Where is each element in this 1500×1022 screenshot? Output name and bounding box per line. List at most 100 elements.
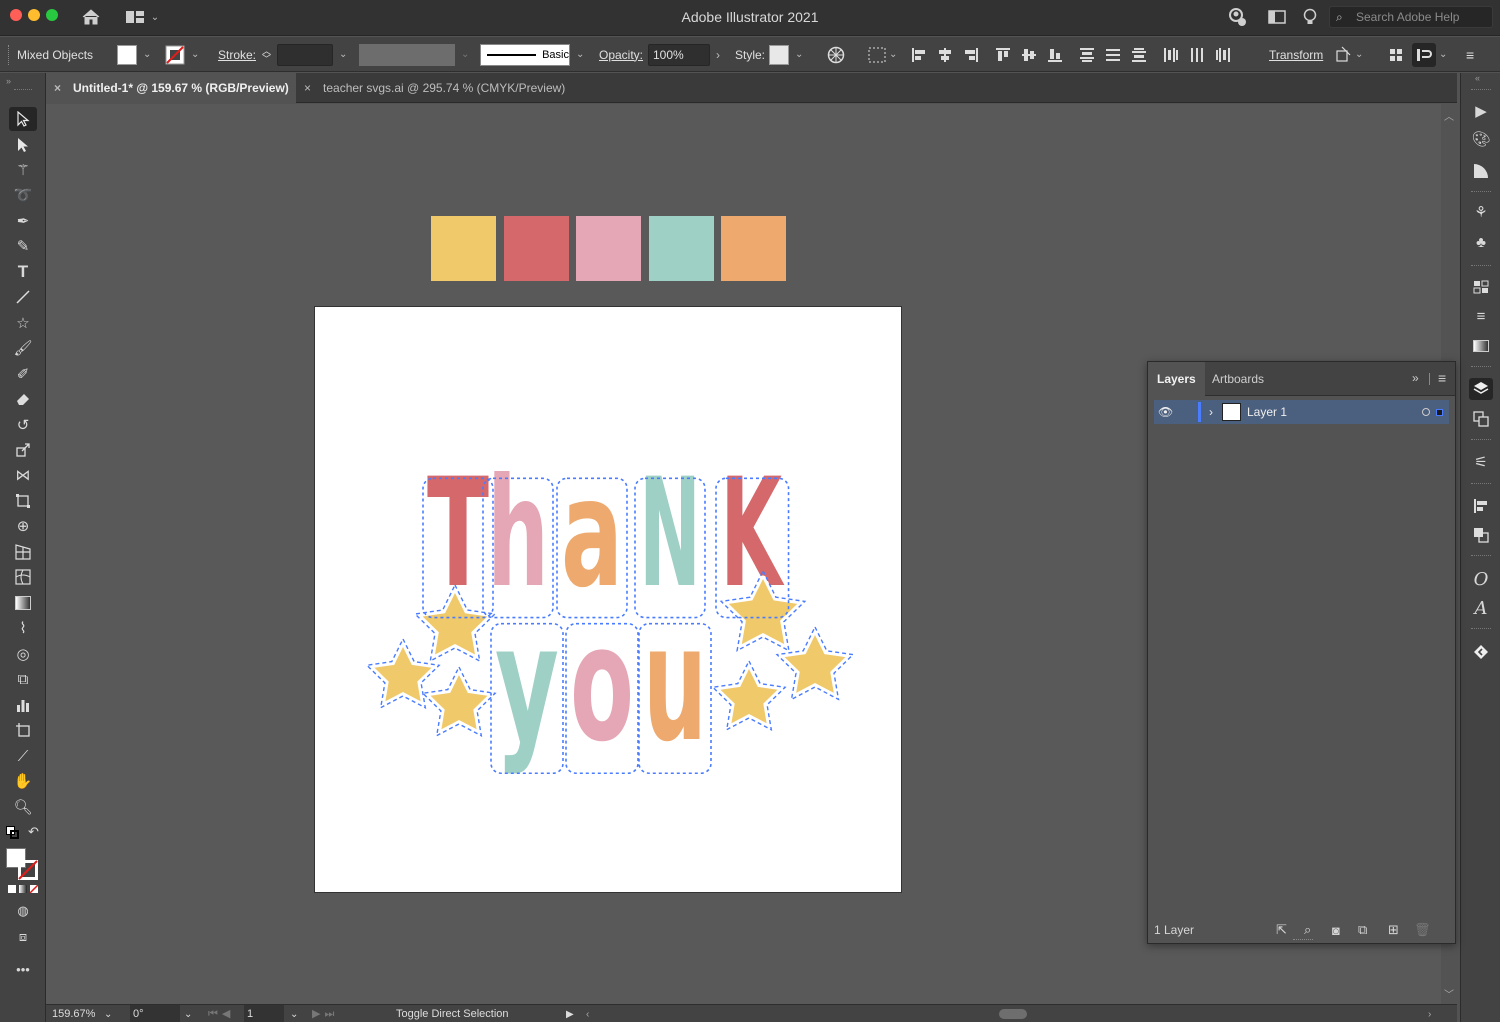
swatch-red[interactable] xyxy=(504,216,569,281)
paintbrush-tool[interactable]: 🖌 xyxy=(9,336,37,360)
chevron-down-icon[interactable]: ⌄ xyxy=(184,1005,192,1022)
direct-selection-tool[interactable] xyxy=(9,133,37,157)
variable-width-profile-dropdown[interactable]: ⌄ xyxy=(359,37,469,72)
swatch-teal[interactable] xyxy=(649,216,714,281)
hand-tool[interactable]: ✋ xyxy=(9,769,37,793)
close-window-button[interactable] xyxy=(10,9,22,21)
chevron-right-icon[interactable]: › xyxy=(1209,405,1213,419)
rotation-input[interactable]: 0° xyxy=(130,1005,180,1022)
distribute-vertical-center-icon[interactable] xyxy=(1105,47,1121,63)
swatches-grid-icon[interactable] xyxy=(1469,276,1493,298)
close-tab-icon[interactable]: × xyxy=(304,81,311,95)
horizontal-scrollbar[interactable]: ‹ › xyxy=(586,1005,1436,1022)
tab-artboards[interactable]: Artboards xyxy=(1203,362,1273,396)
target-circle-icon[interactable] xyxy=(1422,408,1430,416)
recolor-artwork-icon[interactable] xyxy=(827,37,845,72)
scroll-right-icon[interactable]: › xyxy=(1428,1009,1431,1020)
fill-stroke-indicator[interactable] xyxy=(6,848,40,882)
draw-mode-button[interactable]: ◍ xyxy=(9,899,37,923)
align-top-icon[interactable] xyxy=(995,47,1011,63)
mesh-tool[interactable] xyxy=(9,565,37,589)
dock-grip[interactable] xyxy=(1471,89,1491,91)
rotation-value[interactable]: 0° xyxy=(133,1008,144,1020)
zoom-tool[interactable]: 🔍︎ xyxy=(9,795,37,819)
layer-name[interactable]: Layer 1 xyxy=(1247,405,1287,419)
tab-layers[interactable]: Layers xyxy=(1148,362,1205,396)
align-horizontal-center-icon[interactable] xyxy=(937,47,953,63)
gradient-panel-icon[interactable] xyxy=(1469,335,1493,357)
artboard-1[interactable]: T h a N K y o u xyxy=(314,306,902,893)
align-panel-icon[interactable] xyxy=(1469,495,1493,517)
workspace-switcher-button[interactable]: ⌄ xyxy=(122,6,162,28)
zoom-window-button[interactable] xyxy=(46,9,58,21)
edit-toolbar-button[interactable]: ••• xyxy=(9,957,37,981)
column-graph-tool[interactable] xyxy=(9,693,37,717)
delete-layer-icon[interactable]: 🗑︎ xyxy=(1414,922,1431,938)
distribute-horizontal-center-icon[interactable] xyxy=(1189,47,1205,63)
artboards-panel-icon[interactable] xyxy=(1469,408,1493,430)
eraser-tool[interactable] xyxy=(9,387,37,411)
eye-visibility-icon[interactable]: 👁︎ xyxy=(1158,405,1176,419)
perspective-grid-tool[interactable] xyxy=(9,540,37,564)
control-bar-grip[interactable] xyxy=(8,45,10,65)
align-right-icon[interactable] xyxy=(963,47,979,63)
gradient-tool[interactable] xyxy=(9,591,37,615)
locate-object-icon[interactable]: ⌕ xyxy=(1304,922,1311,938)
default-fill-stroke-icon[interactable] xyxy=(6,826,20,840)
collapse-panel-icon[interactable]: » xyxy=(1412,371,1419,385)
chevron-down-icon[interactable]: ⌄ xyxy=(104,1005,112,1022)
free-transform-tool[interactable] xyxy=(9,489,37,513)
eyedropper-tool[interactable]: ⌇ xyxy=(9,616,37,640)
selection-tool[interactable] xyxy=(9,107,37,131)
layers-panel-icon[interactable] xyxy=(1469,378,1493,400)
opacity-input[interactable]: 100% › xyxy=(648,37,720,72)
star-shape[interactable] xyxy=(781,631,849,697)
libraries-icon[interactable] xyxy=(1469,641,1493,663)
line-segment-tool[interactable] xyxy=(9,285,37,309)
panel-grip[interactable] xyxy=(14,89,32,90)
horizontal-scroll-thumb[interactable] xyxy=(999,1009,1027,1019)
isolate-group-icon[interactable] xyxy=(1389,37,1403,72)
scroll-left-icon[interactable]: ‹ xyxy=(586,1009,589,1020)
screen-mode-button[interactable]: ⧈ xyxy=(9,925,37,949)
distribute-right-icon[interactable] xyxy=(1215,47,1231,63)
pen-tool[interactable]: ✒ xyxy=(9,209,37,233)
stroke-weight-stepper[interactable]: ︿ ﹀ ⌄ xyxy=(262,37,347,72)
brush-definition-dropdown[interactable]: Basic ⌄ xyxy=(480,37,584,72)
blend-tool[interactable]: ◎ xyxy=(9,642,37,666)
blob-brush-tool[interactable]: ✐ xyxy=(9,362,37,386)
panel-menu-icon[interactable]: ≡ xyxy=(1438,370,1446,386)
dock-collapse-icon[interactable]: « xyxy=(1475,73,1480,83)
stroke-swatch-none-icon[interactable] xyxy=(18,860,38,880)
status-menu-arrow-icon[interactable]: ▶ xyxy=(566,1005,574,1022)
glyphs-panel-icon[interactable]: A xyxy=(1469,597,1493,619)
thank-you-artwork[interactable]: T h a N K y o u xyxy=(315,307,903,894)
magic-wand-tool[interactable]: ⚚ xyxy=(9,158,37,182)
swap-fill-stroke-icon[interactable]: ↶ xyxy=(28,824,39,840)
chevron-right-icon[interactable]: › xyxy=(716,48,720,62)
stroke-color-button[interactable]: ⌄ xyxy=(165,37,199,72)
zoom-level[interactable]: 159.67% xyxy=(52,1008,95,1020)
type-tool[interactable]: T xyxy=(9,260,37,284)
lightbulb-icon[interactable] xyxy=(1300,6,1320,28)
new-layer-icon[interactable]: ⊞ xyxy=(1388,922,1399,938)
width-tool[interactable]: ⋈ xyxy=(9,463,37,487)
search-help-input[interactable]: ⌕ Search Adobe Help xyxy=(1329,6,1493,28)
align-left-icon[interactable] xyxy=(911,47,927,63)
control-bar-menu-icon[interactable]: ≡ xyxy=(1466,37,1474,72)
stroke-label[interactable]: Stroke: xyxy=(218,37,256,72)
symbols-club-icon[interactable]: ♣ xyxy=(1469,231,1493,253)
swatch-yellow[interactable] xyxy=(431,216,496,281)
layer-row-layer-1[interactable]: 👁︎ › Layer 1 xyxy=(1154,400,1449,424)
curvature-tool[interactable]: ✎ xyxy=(9,234,37,258)
chevron-down-icon[interactable]: ⌄ xyxy=(290,1005,298,1022)
color-mode-icon[interactable] xyxy=(8,885,16,893)
color-palette-icon[interactable]: 🎨︎ xyxy=(1469,128,1493,150)
properties-sliders-icon[interactable]: ⚟ xyxy=(1469,451,1493,473)
shape-builder-tool[interactable]: ⊕ xyxy=(9,514,37,538)
share-user-icon[interactable] xyxy=(1226,6,1248,28)
align-to-selection-button[interactable]: ⌄ xyxy=(868,37,897,72)
transform-label[interactable]: Transform xyxy=(1269,37,1323,72)
minimize-window-button[interactable] xyxy=(28,9,40,21)
swatch-pink[interactable] xyxy=(576,216,641,281)
